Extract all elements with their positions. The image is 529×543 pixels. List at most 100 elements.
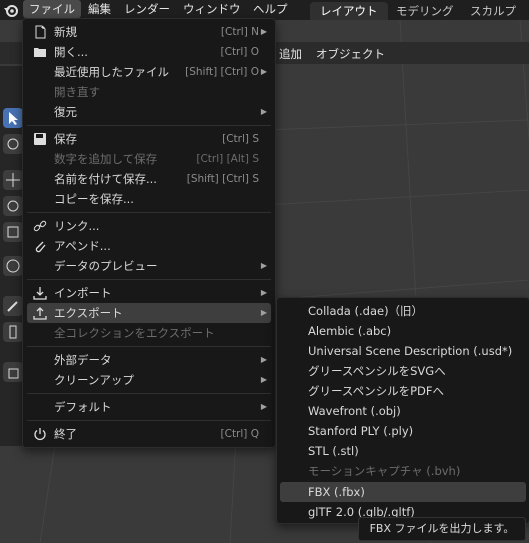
menu-item-new[interactable]: 新規 [Ctrl] N ▶	[27, 22, 271, 42]
menu-item-label: 全コレクションをエクスポート	[54, 326, 215, 340]
power-icon	[34, 428, 46, 441]
top-header-bar: ファイル 編集 レンダー ウィンドウ ヘルプ レイアウト モデリング スカルプト	[0, 0, 529, 36]
menu-separator	[27, 279, 271, 280]
blender-logo-icon[interactable]	[3, 2, 19, 18]
menu-item-data-previews[interactable]: データのプレビュー ▶	[27, 256, 271, 276]
export-item-alembic[interactable]: Alembic (.abc)	[280, 321, 526, 341]
menu-render[interactable]: レンダー	[118, 0, 176, 18]
export-item-fbx[interactable]: FBX (.fbx)	[280, 482, 526, 502]
submenu-arrow-icon: ▶	[260, 67, 267, 76]
menu-item-label: Collada (.dae)（旧）	[308, 304, 424, 318]
menu-item-label: クリーンアップ	[54, 373, 134, 387]
menu-item-recent[interactable]: 最近使用したファイル [Shift] [Ctrl] O ▶	[27, 62, 271, 82]
export-item-gpencil-pdf[interactable]: グリースペンシルをPDFへ	[280, 381, 526, 401]
menu-item-label: コピーを保存...	[54, 192, 134, 206]
transform-tool-button[interactable]	[3, 256, 23, 276]
menu-item-quit[interactable]: 終了 [Ctrl] Q	[27, 424, 271, 444]
annotate-tool-button[interactable]	[3, 296, 23, 316]
rotate-tool-button[interactable]	[3, 196, 23, 216]
menu-item-label: Stanford PLY (.ply)	[308, 424, 414, 438]
menu-item-label: 新規	[54, 25, 77, 39]
cursor-tool-button[interactable]	[3, 134, 23, 154]
tab-layout[interactable]: レイアウト	[310, 2, 388, 20]
menu-item-save-as[interactable]: 名前を付けて保存... [Shift] [Ctrl] S	[27, 169, 271, 189]
export-item-stl[interactable]: STL (.stl)	[280, 441, 526, 461]
menu-item-label: デフォルト	[54, 400, 112, 414]
menu-item-save[interactable]: 保存 [Ctrl] S	[27, 129, 271, 149]
menu-item-label: グリースペンシルをSVGへ	[308, 364, 446, 378]
submenu-arrow-icon: ▶	[260, 261, 267, 270]
menu-item-label: データのプレビュー	[54, 259, 158, 273]
cursor-icon	[9, 112, 18, 125]
menu-item-export-all-collections: 全コレクションをエクスポート	[27, 323, 271, 343]
menu-item-save-copy[interactable]: コピーを保存...	[27, 189, 271, 209]
menu-separator	[27, 125, 271, 126]
menu-item-label: STL (.stl)	[308, 444, 359, 458]
menu-item-label: リンク...	[54, 219, 100, 233]
menu-separator	[27, 212, 271, 213]
menu-item-label: Wavefront (.obj)	[308, 404, 401, 418]
scale-tool-button[interactable]	[3, 222, 23, 242]
export-submenu: Collada (.dae)（旧） Alembic (.abc) Univers…	[276, 297, 529, 524]
ruler-icon	[9, 325, 17, 339]
tab-modeling[interactable]: モデリング	[386, 2, 464, 20]
menu-separator	[27, 393, 271, 394]
shortcut-label: [Shift] [Ctrl] O	[185, 66, 259, 78]
shortcut-label: [Ctrl] [Alt] S	[196, 153, 259, 165]
menu-item-label: 名前を付けて保存...	[54, 172, 157, 186]
menu-separator	[27, 420, 271, 421]
menu-item-label: インポート	[54, 286, 112, 300]
menu-item-label: モーションキャプチャ (.bvh)	[308, 464, 461, 478]
menu-item-cleanup[interactable]: クリーンアップ ▶	[27, 370, 271, 390]
menu-item-label: アペンド...	[54, 239, 111, 253]
menu-item-external-data[interactable]: 外部データ ▶	[27, 350, 271, 370]
select-tool-button[interactable]	[3, 108, 23, 128]
shortcut-label: [Ctrl] O	[220, 46, 259, 58]
menu-item-defaults[interactable]: デフォルト ▶	[27, 397, 271, 417]
export-item-ply[interactable]: Stanford PLY (.ply)	[280, 421, 526, 441]
submenu-arrow-icon: ▶	[260, 27, 267, 36]
link-icon	[33, 220, 47, 232]
export-item-gpencil-svg[interactable]: グリースペンシルをSVGへ	[280, 361, 526, 381]
viewport-menu-add[interactable]: 追加	[279, 46, 302, 62]
move-icon	[6, 173, 20, 187]
submenu-arrow-icon: ▶	[260, 308, 267, 317]
scale-icon	[7, 226, 19, 238]
menu-help[interactable]: ヘルプ	[247, 0, 294, 18]
menu-item-append[interactable]: アペンド...	[27, 236, 271, 256]
tab-sculpt[interactable]: スカルプト	[460, 2, 529, 36]
shortcut-label: [Ctrl] Q	[220, 428, 259, 440]
crosshair-icon	[7, 138, 19, 150]
folder-icon	[34, 48, 46, 57]
pencil-icon	[7, 301, 18, 312]
export-icon	[33, 307, 47, 320]
menu-item-open[interactable]: 開く... [Ctrl] O	[27, 42, 271, 62]
menu-edit[interactable]: 編集	[82, 0, 117, 18]
menu-item-export[interactable]: エクスポート ▶	[27, 303, 271, 323]
menu-item-label: 保存	[54, 132, 77, 146]
menu-item-label: Universal Scene Description (.usd*)	[308, 344, 513, 358]
menu-item-label: グリースペンシルをPDFへ	[308, 384, 445, 398]
menu-file[interactable]: ファイル	[23, 0, 81, 18]
measure-tool-button[interactable]	[3, 322, 23, 342]
menu-item-label: 終了	[54, 427, 77, 441]
menu-separator	[27, 346, 271, 347]
menu-item-label: FBX (.fbx)	[308, 485, 365, 499]
export-item-wavefront[interactable]: Wavefront (.obj)	[280, 401, 526, 421]
file-menu: 新規 [Ctrl] N ▶ 開く... [Ctrl] O 最近使用したファイル …	[22, 18, 276, 448]
menu-item-import[interactable]: インポート ▶	[27, 283, 271, 303]
export-item-collada[interactable]: Collada (.dae)（旧）	[280, 301, 526, 321]
append-icon	[35, 241, 46, 253]
submenu-arrow-icon: ▶	[260, 375, 267, 384]
menu-item-revert: 開き直す	[27, 82, 271, 102]
move-tool-button[interactable]	[3, 170, 23, 190]
menu-item-link[interactable]: リンク...	[27, 216, 271, 236]
viewport-menu-object[interactable]: オブジェクト	[316, 46, 385, 62]
menu-window[interactable]: ウィンドウ	[177, 0, 247, 18]
menu-item-recover[interactable]: 復元 ▶	[27, 102, 271, 122]
submenu-arrow-icon: ▶	[260, 402, 267, 411]
menu-item-label: Alembic (.abc)	[308, 324, 392, 338]
new-file-icon	[35, 25, 46, 39]
export-item-usd[interactable]: Universal Scene Description (.usd*)	[280, 341, 526, 361]
add-cube-tool-button[interactable]	[3, 362, 23, 382]
